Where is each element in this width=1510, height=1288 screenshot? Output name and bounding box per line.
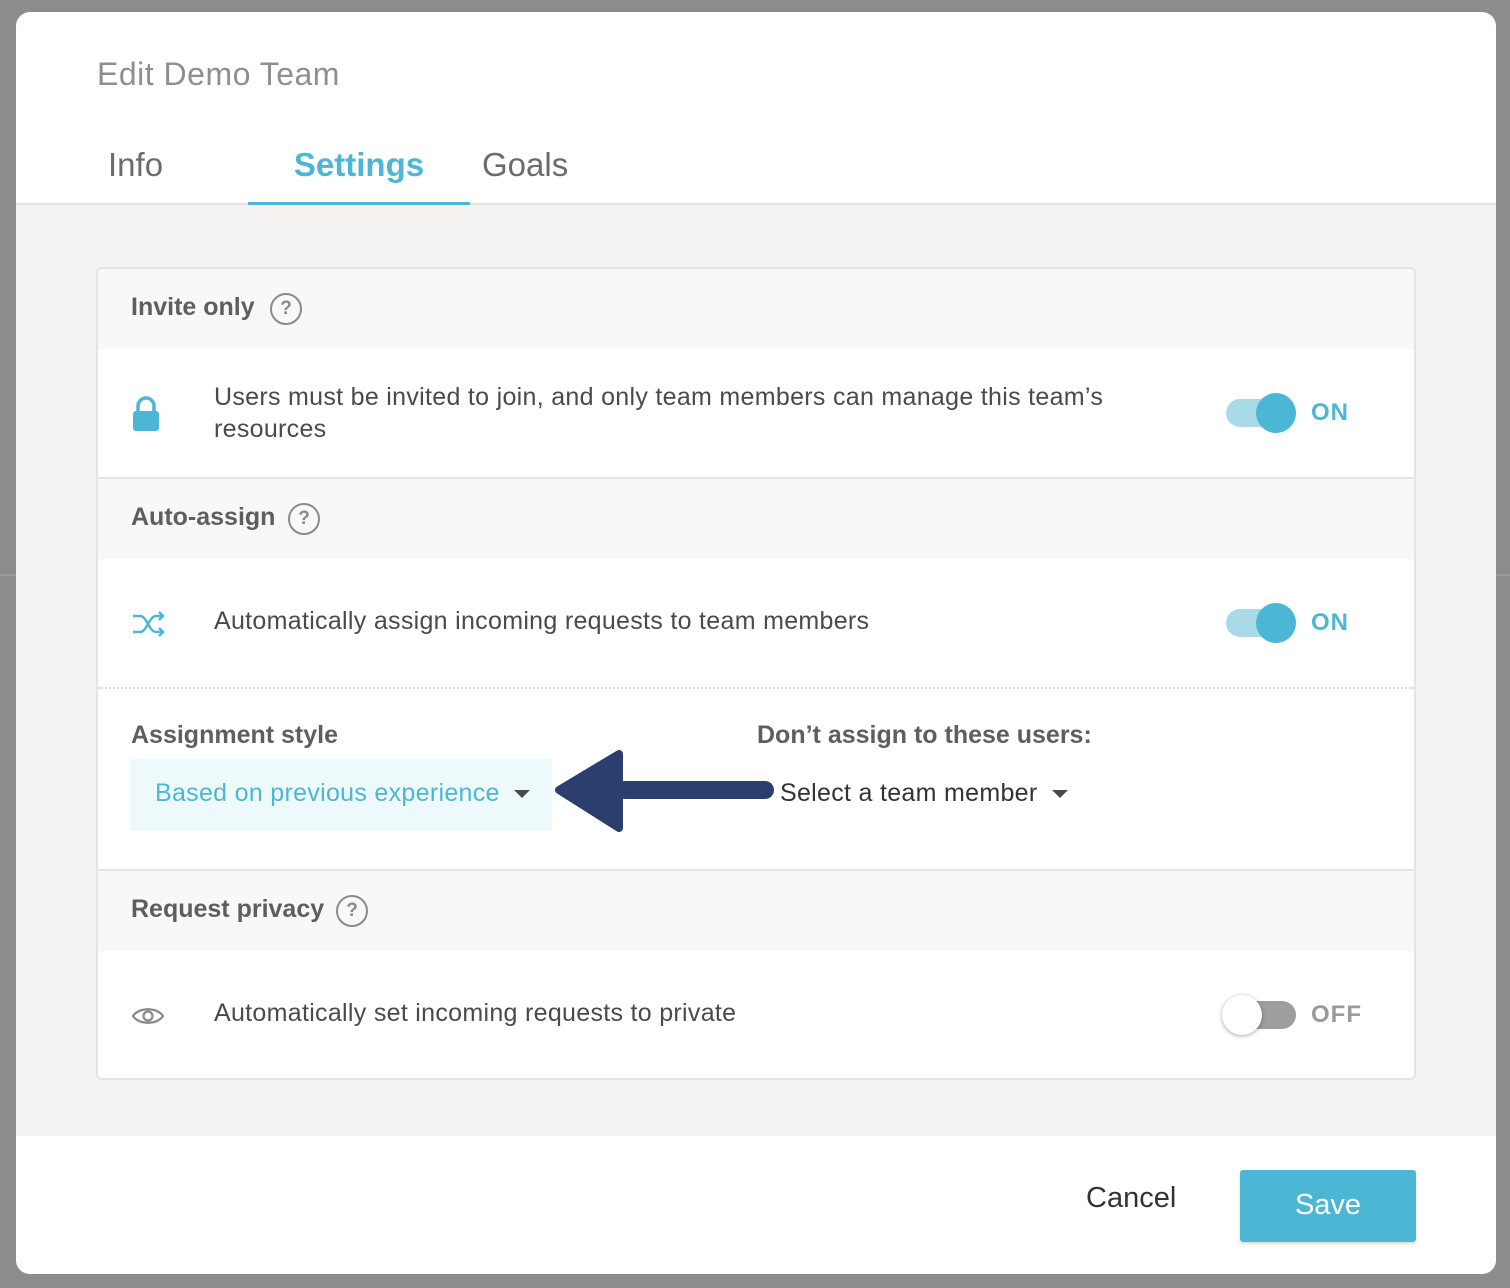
request-privacy-toggle-label: OFF: [1311, 1001, 1362, 1028]
tab-bar: Info Settings Goals: [16, 142, 1496, 205]
exclude-users-placeholder: Select a team member: [780, 779, 1038, 807]
tab-goals[interactable]: Goals: [482, 146, 568, 205]
help-icon[interactable]: ?: [336, 895, 368, 927]
backdrop-divider: [0, 574, 16, 576]
settings-card: Invite only ? Users must be invited to j…: [96, 267, 1416, 1080]
dotted-divider: [98, 687, 1414, 689]
help-icon[interactable]: ?: [270, 293, 302, 325]
request-privacy-title: Request privacy: [131, 895, 325, 923]
request-privacy-row: Automatically set incoming requests to p…: [98, 951, 1414, 1078]
settings-body: Invite only ? Users must be invited to j…: [16, 205, 1496, 1136]
cancel-button[interactable]: Cancel: [1086, 1182, 1176, 1215]
invite-only-title: Invite only: [131, 293, 255, 321]
toggle-knob: [1222, 995, 1262, 1035]
auto-assign-header: Auto-assign ?: [98, 479, 1414, 559]
auto-assign-row: Automatically assign incoming requests t…: [98, 559, 1414, 687]
invite-only-toggle[interactable]: [1226, 393, 1296, 433]
auto-assign-description: Automatically assign incoming requests t…: [214, 607, 870, 635]
request-privacy-header: Request privacy ?: [98, 871, 1414, 951]
annotation-arrow-icon: [555, 750, 774, 832]
auto-assign-toggle[interactable]: [1226, 603, 1296, 643]
invite-only-row: Users must be invited to join, and only …: [98, 349, 1414, 477]
request-privacy-toggle[interactable]: [1222, 995, 1296, 1035]
tab-info[interactable]: Info: [108, 146, 163, 205]
request-privacy-description: Automatically set incoming requests to p…: [214, 999, 737, 1027]
modal-title: Edit Demo Team: [97, 56, 340, 92]
backdrop-divider: [1496, 574, 1510, 576]
lock-icon: [131, 395, 161, 438]
invite-only-description: Users must be invited to join, and only …: [214, 383, 1104, 443]
toggle-knob: [1256, 603, 1296, 643]
auto-assign-toggle-label: ON: [1311, 609, 1349, 636]
eye-icon: [131, 1005, 165, 1032]
tab-settings[interactable]: Settings: [248, 146, 470, 205]
assignment-style-label: Assignment style: [131, 721, 339, 749]
assignment-style-dropdown[interactable]: Based on previous experience: [130, 759, 552, 831]
shuffle-icon: [131, 609, 167, 644]
caret-down-icon: [513, 790, 530, 799]
toggle-knob: [1256, 393, 1296, 433]
help-icon[interactable]: ?: [288, 503, 320, 535]
assignment-style-value: Based on previous experience: [155, 779, 500, 807]
exclude-users-dropdown[interactable]: Select a team member: [780, 779, 1068, 808]
auto-assign-title: Auto-assign: [131, 503, 276, 531]
exclude-users-label: Don’t assign to these users:: [757, 721, 1092, 749]
save-button[interactable]: Save: [1240, 1170, 1416, 1242]
modal-footer: Cancel Save: [16, 1136, 1496, 1274]
invite-only-toggle-label: ON: [1311, 399, 1349, 426]
edit-team-modal: Edit Demo Team Info Settings Goals Invit…: [16, 12, 1496, 1274]
caret-down-icon: [1051, 790, 1068, 799]
invite-only-header: Invite only ?: [98, 269, 1414, 349]
